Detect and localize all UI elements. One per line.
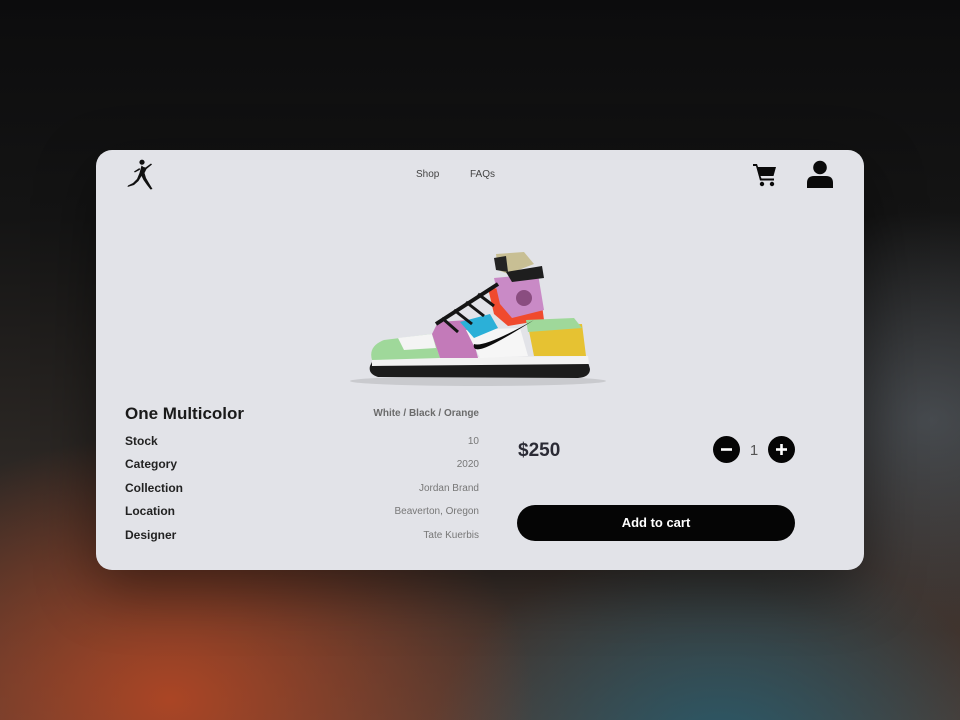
user-profile-icon[interactable]: [806, 160, 834, 189]
spec-value-location: Beaverton, Oregon: [394, 506, 480, 517]
quantity-value: 1: [749, 442, 759, 459]
plus-icon: [776, 444, 787, 455]
jumpman-logo-icon[interactable]: [124, 159, 158, 191]
add-to-cart-button[interactable]: Add to cart: [517, 505, 795, 541]
product-card: Shop FAQs One Multicolor White / Black /…: [96, 150, 864, 570]
spec-value-collection: Jordan Brand: [418, 483, 479, 494]
spec-value-designer: Tate Kuerbis: [423, 530, 479, 541]
spec-label-stock: Stock: [125, 434, 158, 448]
spec-value-stock: 10: [467, 436, 479, 447]
sneaker-image: [350, 252, 606, 386]
product-title: One Multicolor: [125, 404, 244, 423]
spec-value-category: 2020: [456, 459, 479, 470]
quantity-decrease-button[interactable]: [713, 436, 740, 463]
spec-label-collection: Collection: [125, 481, 184, 495]
spec-label-designer: Designer: [125, 528, 177, 542]
quantity-increase-button[interactable]: [768, 436, 795, 463]
product-price: $250: [518, 440, 561, 461]
spec-label-location: Location: [125, 504, 175, 518]
spec-label-category: Category: [125, 457, 178, 471]
nav-link-faqs[interactable]: FAQs: [470, 169, 495, 180]
product-colorway: White / Black / Orange: [373, 408, 479, 419]
nav-link-shop[interactable]: Shop: [416, 169, 439, 180]
minus-icon: [721, 448, 732, 451]
shopping-cart-icon[interactable]: [752, 161, 778, 187]
